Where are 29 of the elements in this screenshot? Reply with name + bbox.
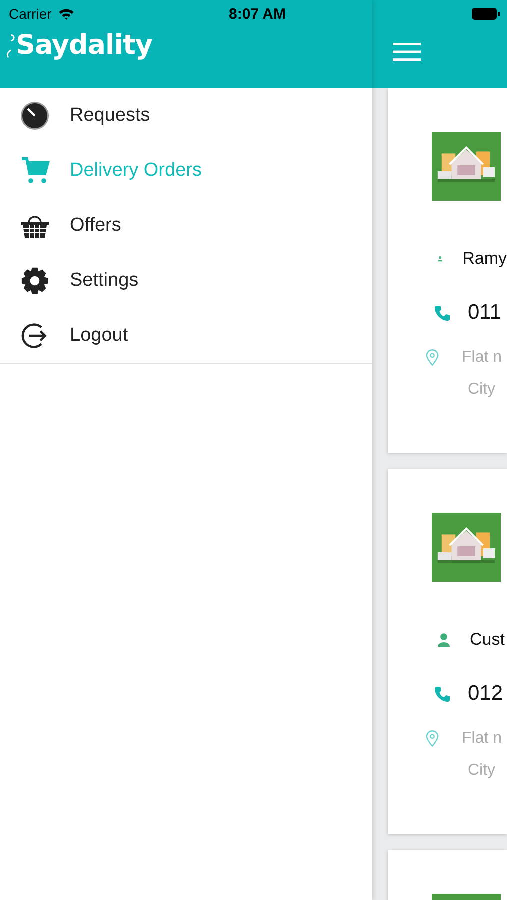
phone-number: 012 [468,682,504,706]
city-text: City [468,381,497,399]
phone-icon [434,304,451,322]
phone-number: 011 [468,301,502,325]
menu-icon[interactable] [393,42,421,62]
cart-icon [20,156,50,186]
logo-swirl-icon [6,32,16,60]
order-card[interactable]: Ramy 011 Flat n City [388,88,507,453]
battery-icon [471,7,501,21]
person-icon [438,633,450,647]
menu-item[interactable]: Logout [0,308,372,363]
address-text: Flat n [462,730,502,748]
location-pin-icon [426,730,439,748]
carrier-label: Carrier [9,6,52,22]
menu-item[interactable]: Offers [0,198,372,253]
customer-name: Cust [470,630,505,650]
menu-item[interactable]: Requests [0,88,372,143]
stopwatch-icon [20,100,50,130]
status-time: 8:07 AM [229,6,286,22]
settings-icon [20,266,50,294]
address-text: Flat n [462,349,502,367]
menu-item[interactable]: Settings [0,253,372,308]
location-pin-icon [426,349,439,367]
phone-icon [434,686,451,702]
order-card[interactable]: Cust 012 Flat n City [388,469,507,834]
wifi-icon [58,8,75,20]
brand-logo: Saydality [16,30,152,61]
customer-name: Ramy [462,249,507,269]
city-text: City [468,762,497,780]
